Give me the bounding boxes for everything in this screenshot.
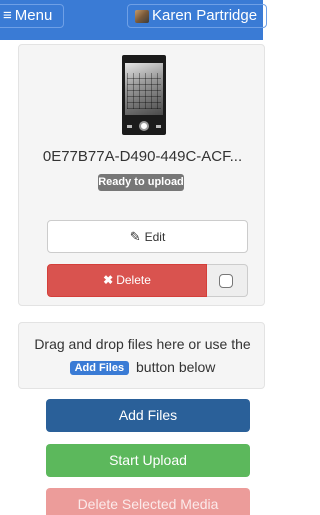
dropzone-instructions-2: Add Files button below [19, 359, 266, 375]
dropzone-suffix: button below [136, 359, 216, 375]
inline-add-files-badge: Add Files [69, 361, 130, 375]
media-filename: 0E77B77A-D490-449C-ACF... [42, 148, 243, 165]
menu-label: Menu [14, 7, 53, 24]
edit-label: Edit [144, 230, 166, 244]
delete-selected-button[interactable]: Delete Selected Media [46, 488, 250, 515]
delete-button[interactable]: ✖ Delete [47, 264, 207, 297]
shutter-icon [139, 121, 149, 131]
user-name: Karen Partridge [152, 7, 258, 24]
avatar [135, 10, 149, 23]
dropzone[interactable]: Drag and drop files here or use the Add … [18, 322, 265, 389]
dropzone-instructions: Drag and drop files here or use the [34, 336, 251, 352]
select-checkbox[interactable] [219, 274, 233, 288]
status-badge: Ready to upload [98, 174, 184, 191]
media-card: 0E77B77A-D490-449C-ACF... Ready to uploa… [18, 44, 265, 306]
edit-button[interactable]: ✎ Edit [47, 220, 248, 253]
keyboard-photo [127, 73, 161, 109]
user-menu-button[interactable]: Karen Partridge [127, 4, 267, 28]
start-upload-button[interactable]: Start Upload [46, 444, 250, 477]
menu-button[interactable]: ≡ Menu [0, 4, 64, 28]
pencil-icon: ✎ [129, 229, 141, 244]
select-checkbox-cell[interactable] [207, 264, 248, 297]
delete-label: Delete [116, 273, 151, 287]
add-files-button[interactable]: Add Files [46, 399, 250, 432]
media-thumbnail[interactable] [122, 55, 166, 135]
top-navbar: ≡ Menu Karen Partridge [0, 0, 267, 40]
camera-control-left [127, 125, 132, 128]
hamburger-icon: ≡ [3, 7, 12, 24]
delete-group: ✖ Delete [47, 264, 248, 297]
camera-control-right [156, 125, 161, 128]
close-icon: ✖ [103, 273, 114, 287]
